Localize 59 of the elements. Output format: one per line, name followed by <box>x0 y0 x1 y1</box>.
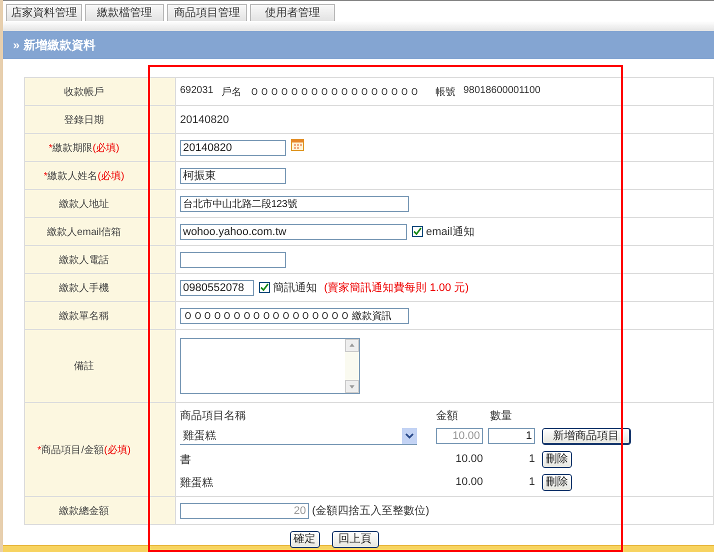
rounding-note: (金額四捨五入至整數位) <box>312 504 430 518</box>
scroll-down-icon[interactable] <box>345 380 359 393</box>
field-label: 登錄日期 <box>24 106 143 134</box>
text-field[interactable]: 0980552078 <box>180 280 254 296</box>
field-label: 繳款單名稱 <box>24 302 143 330</box>
field-label: 繳款人手機 <box>24 274 143 302</box>
account-number: 98018600001100 <box>463 84 540 98</box>
text-field[interactable]: wohoo.yahoo.com.tw <box>180 224 407 240</box>
text-field[interactable] <box>180 252 286 268</box>
item-quantity: 1 <box>528 453 535 465</box>
field-label: *商品項目/金額(必填) <box>24 402 143 496</box>
column-header: 金額 <box>436 408 459 422</box>
quantity-field[interactable]: 1 <box>488 428 535 444</box>
tab[interactable]: 繳款檔管理 <box>85 4 164 21</box>
field-label: *繳款期限(必填) <box>24 134 143 162</box>
field-label: 備註 <box>24 330 143 402</box>
field-label: 繳款人email信箱 <box>24 218 143 246</box>
item-name: 書 <box>180 452 192 466</box>
checkbox-label: email通知 <box>426 224 474 239</box>
form-button[interactable]: 回上頁 <box>332 531 378 548</box>
scroll-up-icon[interactable] <box>345 339 359 352</box>
date-field[interactable]: 20140820 <box>180 140 286 156</box>
column-header: 數量 <box>489 408 513 422</box>
text-field[interactable]: 柯振東 <box>180 168 286 184</box>
item-amount: 10.00 <box>454 453 483 465</box>
item-amount: 10.00 <box>454 476 483 488</box>
text-field[interactable]: 台北市中山北路二段123號 <box>180 196 409 212</box>
account-name-label: 戶名 <box>221 86 242 98</box>
scrollbar[interactable] <box>345 339 359 393</box>
item-quantity: 1 <box>528 476 535 488</box>
fee-note: (賣家簡訊通知費每則 1.00 元) <box>324 280 469 295</box>
delete-button[interactable]: 刪除 <box>542 450 572 468</box>
account-number-label: 帳號 <box>435 86 456 98</box>
add-item-button[interactable]: 新增商品項目 <box>542 428 631 444</box>
text-field[interactable]: ＯＯＯＯＯＯＯＯＯＯＯＯＯＯＯＯＯ 繳款資訊 <box>180 308 409 324</box>
account-name: ＯＯＯＯＯＯＯＯＯＯＯＯＯＯＯＯＯ <box>249 86 420 98</box>
page-title: 新增繳款資料 <box>24 36 96 54</box>
form-button[interactable]: 確定 <box>290 531 320 548</box>
checkbox[interactable] <box>259 282 270 293</box>
calendar-icon[interactable] <box>291 138 304 150</box>
chevron-down-icon <box>405 432 414 438</box>
checkbox-label: 簡訊通知 <box>273 280 317 295</box>
tab[interactable]: 店家資料管理 <box>6 4 82 21</box>
field-label: *繳款人姓名(必填) <box>24 162 143 190</box>
tab[interactable]: 商品項目管理 <box>167 4 247 21</box>
tab[interactable]: 使用者管理 <box>250 4 335 21</box>
field-label: 繳款人電話 <box>24 246 143 274</box>
field-label: 繳款總金額 <box>24 496 143 524</box>
field-label: 繳款人地址 <box>24 190 143 218</box>
delete-button[interactable]: 刪除 <box>542 474 572 490</box>
column-header: 商品項目名稱 <box>180 408 247 422</box>
checkbox[interactable] <box>412 226 423 237</box>
field-value: 20140820 <box>180 114 229 126</box>
remarks-textarea[interactable] <box>180 338 360 394</box>
item-name: 雞蛋糕 <box>180 476 214 490</box>
account-code: 692031 <box>180 84 214 98</box>
chevron-icon: » <box>13 38 20 52</box>
field-label: 收款帳戶 <box>24 78 143 106</box>
item-dropdown[interactable]: 雞蛋糕 <box>180 427 417 445</box>
